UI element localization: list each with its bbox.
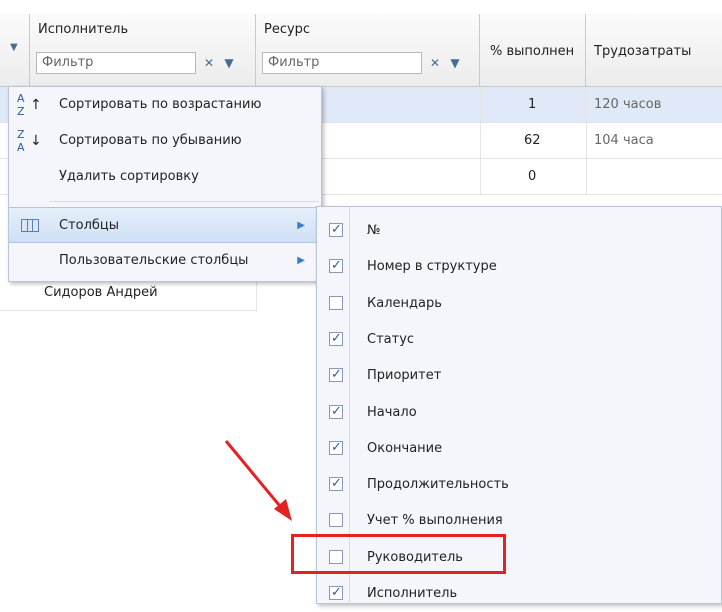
checkbox[interactable] [329, 366, 343, 384]
header-performer[interactable]: Исполнитель Фильтр ✕ ▼ [30, 14, 256, 87]
header-labor-label: Трудозатраты [594, 44, 692, 59]
menu-item-sort-desc[interactable]: ZA ↓ Сортировать по убыванию [9, 123, 321, 159]
column-toggle-label: Календарь [367, 295, 442, 311]
sort-desc-icon: ZA [17, 128, 25, 154]
column-toggle-label: Приоритет [367, 368, 442, 384]
menu-item-columns[interactable]: Столбцы ▶ [9, 207, 321, 243]
column-toggle-label: Исполнитель [367, 586, 458, 601]
menu-separator [49, 201, 319, 202]
resource-filter-input[interactable]: Фильтр [262, 52, 422, 74]
column-context-menu: AZ ↑ Сортировать по возрастанию ZA ↓ Сор… [8, 86, 322, 282]
percent-cell: 0 [528, 169, 537, 184]
labor-cell: 104 часа [594, 133, 654, 148]
resource-filter-clear-icon[interactable]: ✕ [426, 52, 444, 74]
checkbox[interactable] [329, 221, 343, 239]
submenu-arrow-icon: ▶ [297, 220, 305, 231]
header-percent[interactable]: % выполнен [480, 14, 586, 87]
columns-label: Столбцы [59, 218, 120, 233]
column-toggle-label: Продолжительность [367, 477, 509, 493]
header-labor[interactable]: Трудозатраты [586, 14, 722, 87]
percent-cell: 1 [528, 97, 537, 112]
resource-filter-dropdown-icon[interactable]: ▼ [446, 52, 464, 74]
column-toggle-item[interactable]: Календарь [317, 286, 721, 322]
menu-item-custom-columns[interactable]: Пользовательские столбцы ▶ [9, 243, 321, 279]
checkbox[interactable] [329, 475, 343, 493]
arrow-up-icon: ↑ [30, 97, 42, 113]
header-resource[interactable]: Ресурс Фильтр ✕ ▼ [256, 14, 480, 87]
column-toggle-label: Окончание [367, 440, 443, 456]
sort-desc-label: Сортировать по убыванию [59, 133, 242, 148]
column-toggle-label: Статус [367, 331, 415, 347]
columns-icon [21, 219, 39, 232]
column-divider [480, 87, 481, 195]
remove-sort-label: Удалить сортировку [59, 169, 199, 184]
checkbox[interactable] [329, 513, 343, 528]
column-toggle-label: № [367, 223, 381, 238]
column-toggle-item[interactable]: Статус [317, 322, 721, 358]
header-percent-label: % выполнен [490, 44, 575, 59]
header-resource-label: Ресурс [264, 22, 311, 37]
checkbox[interactable] [329, 295, 343, 310]
column-toggle-item[interactable]: Окончание [317, 431, 721, 467]
checkbox[interactable] [329, 584, 343, 602]
column-toggle-item[interactable]: № [317, 213, 721, 249]
header-menu-trigger[interactable]: ▼ [0, 14, 30, 87]
highlight-box [291, 534, 506, 574]
menu-item-sort-asc[interactable]: AZ ↑ Сортировать по возрастанию [9, 87, 321, 123]
performer-filter-dropdown-icon[interactable]: ▼ [220, 52, 238, 74]
percent-cell: 62 [524, 133, 541, 148]
column-toggle-item[interactable]: Начало [317, 395, 721, 431]
header-performer-label: Исполнитель [38, 22, 129, 37]
column-toggle-label: Начало [367, 404, 417, 420]
submenu-arrow-icon: ▶ [297, 255, 305, 266]
checkbox[interactable] [329, 439, 343, 457]
checkbox[interactable] [329, 330, 343, 348]
performer-filter-clear-icon[interactable]: ✕ [200, 52, 218, 74]
custom-columns-label: Пользовательские столбцы [59, 253, 249, 268]
column-toggle-item[interactable]: Продолжительность [317, 467, 721, 503]
column-toggle-item[interactable]: Приоритет [317, 358, 721, 394]
annotation-arrow-icon [224, 440, 292, 521]
performer-filter-input[interactable]: Фильтр [36, 52, 196, 74]
column-toggle-item[interactable]: Номер в структуре [317, 249, 721, 285]
arrow-down-icon: ↓ [30, 133, 42, 149]
column-toggle-label: Номер в структуре [367, 259, 497, 275]
column-divider [586, 87, 587, 195]
sort-asc-label: Сортировать по возрастанию [59, 97, 262, 112]
labor-cell: 120 часов [594, 97, 662, 112]
menu-item-remove-sort[interactable]: Удалить сортировку [9, 159, 321, 195]
sort-asc-icon: AZ [17, 92, 25, 118]
checkbox[interactable] [329, 257, 343, 275]
column-toggle-item[interactable]: Исполнитель [317, 576, 721, 612]
checkbox[interactable] [329, 403, 343, 421]
dropdown-arrow-icon: ▼ [10, 42, 18, 53]
